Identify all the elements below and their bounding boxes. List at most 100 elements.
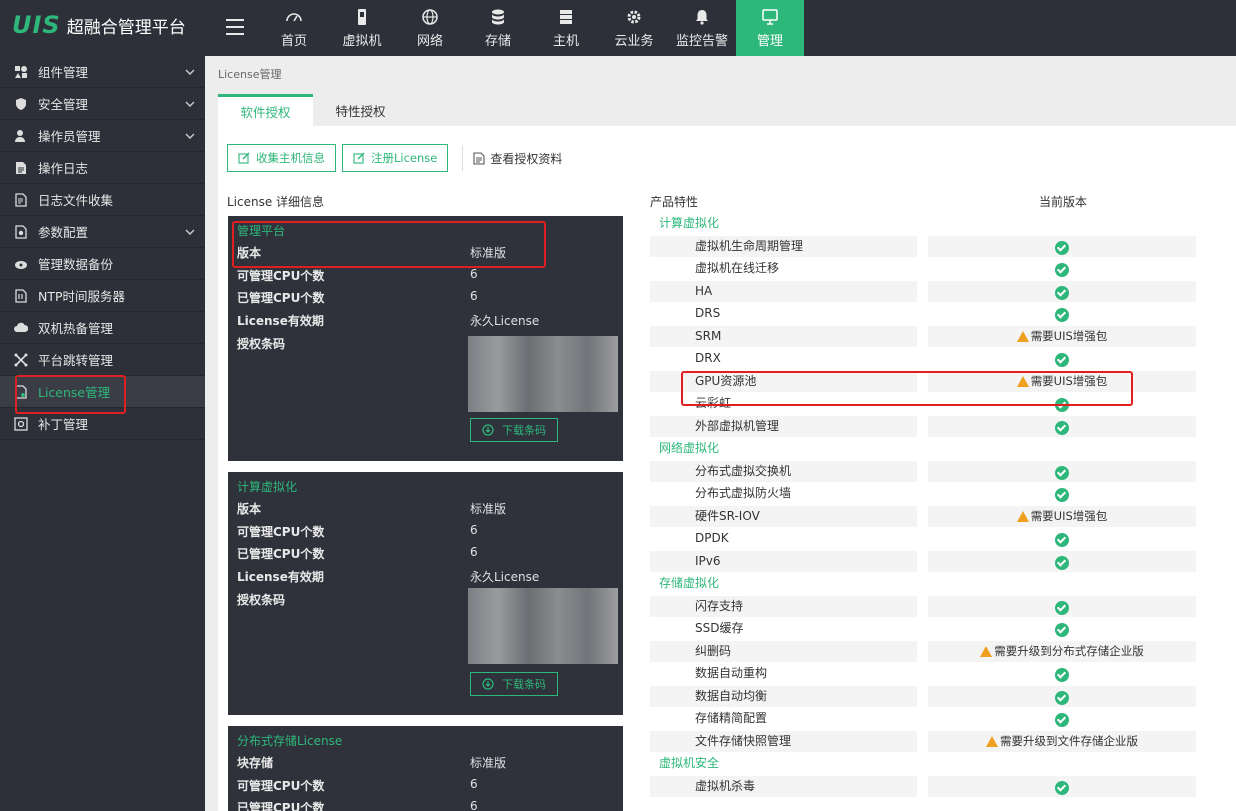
sidebar-item-ha[interactable]: 双机热备管理 [0, 312, 205, 344]
feature-row: SRM 需要UIS增强包 [650, 325, 1196, 348]
feature-status [928, 483, 1196, 504]
feature-status-text: 需要UIS增强包 [1030, 508, 1108, 523]
feature-row: GPU资源池 需要UIS增强包 [650, 370, 1196, 393]
feature-row: 虚拟机生命周期管理 [650, 235, 1196, 258]
view-license-info-button[interactable]: 查看授权资料 [462, 145, 562, 171]
sidebar-item-security[interactable]: 安全管理 [0, 88, 205, 120]
feature-name: 分布式虚拟交换机 [650, 460, 917, 482]
sidebar-item-backup[interactable]: 管理数据备份 [0, 248, 205, 280]
vm-icon [358, 8, 366, 25]
nav-label: 首页 [280, 33, 307, 49]
card-row: License有效期 永久License [237, 568, 617, 588]
sidebar-item-label: 参数配置 [38, 225, 89, 240]
sidebar-item-operation-log[interactable]: 操作日志 [0, 152, 205, 184]
tab-feature-license[interactable]: 特性授权 [313, 94, 408, 126]
nav-label: 主机 [552, 33, 579, 49]
nav-storage[interactable]: 存储 [464, 0, 532, 56]
feature-row: DRX [650, 347, 1196, 370]
feature-status [928, 685, 1196, 707]
sidebar-item-patch[interactable]: 补丁管理 [0, 408, 205, 440]
config-icon [15, 224, 27, 239]
feature-status-text: 需要升级到文件存储企业版 [1000, 733, 1138, 748]
feature-name: DRS [695, 306, 721, 320]
sidebar-item-components[interactable]: 组件管理 [0, 56, 205, 88]
breadcrumb: License管理 [218, 68, 282, 81]
feature-name: 文件存储快照管理 [650, 730, 917, 752]
nav-vm[interactable]: 虚拟机 [328, 0, 396, 56]
download-barcode-button[interactable]: 下载条码 [470, 672, 558, 696]
feature-status [928, 235, 1196, 257]
download-barcode-button[interactable]: 下载条码 [470, 418, 558, 442]
nav-monitor-alarm[interactable]: 监控告警 [668, 0, 736, 56]
sidebar: 组件管理 安全管理 操作员管理 操作日志 日志文件收集 参数配置 管理数据备份 … [0, 56, 205, 811]
warning-icon [1016, 375, 1029, 387]
top-bar: UIS 超融合管理平台 首页 虚拟机 网络 存储 主机 云业务 监控告警 管理 [0, 0, 1236, 62]
feature-status: 需要UIS增强包 [928, 325, 1196, 347]
nav-cloud-service[interactable]: 云业务 [600, 0, 668, 56]
card-row: 版本 标准版 [237, 500, 617, 520]
feature-row: SSD缓存 [650, 617, 1196, 640]
sidebar-item-log-collect[interactable]: 日志文件收集 [0, 184, 205, 216]
nav-network[interactable]: 网络 [396, 0, 464, 56]
row-key: 授权条码 [237, 593, 286, 607]
chevron-down-icon [185, 229, 195, 235]
row-key: 授权条码 [237, 337, 286, 351]
logo-mark: UIS [12, 11, 61, 39]
row-value: 标准版 [470, 756, 507, 770]
card-row: 已管理CPU个数 6 [237, 799, 617, 811]
barcode-image [468, 336, 618, 412]
row-key: License有效期 [237, 314, 324, 328]
view-label: 查看授权资料 [490, 151, 563, 166]
tab-bar: 软件授权 特性授权 [218, 94, 408, 126]
feature-row: 硬件SR-IOV 需要UIS增强包 [650, 505, 1196, 528]
globe-icon [422, 8, 438, 25]
file-collect-icon [15, 192, 27, 207]
chevron-down-icon [185, 101, 195, 107]
warning-icon [986, 735, 998, 747]
feature-status [928, 775, 1196, 797]
feature-name: DPDK [695, 531, 729, 545]
row-key: 可管理CPU个数 [237, 525, 325, 539]
sidebar-item-ntp[interactable]: NTP时间服务器 [0, 280, 205, 312]
menu-toggle-icon[interactable] [222, 14, 248, 40]
feature-status: 需要升级到文件存储企业版 [928, 730, 1196, 752]
nav-home[interactable]: 首页 [260, 0, 328, 56]
row-key: 版本 [237, 246, 262, 260]
row-value: 6 [470, 545, 478, 559]
feature-name: 硬件SR-IOV [650, 505, 917, 527]
license-icon [15, 384, 27, 399]
components-icon [15, 65, 27, 78]
user-icon [15, 129, 25, 142]
app-logo[interactable]: UIS 超融合管理平台 [12, 11, 186, 39]
nav-manage[interactable]: 管理 [736, 0, 804, 62]
row-key: 版本 [237, 502, 262, 516]
sidebar-item-config[interactable]: 参数配置 [0, 216, 205, 248]
collect-host-info-button[interactable]: 收集主机信息 [227, 144, 336, 172]
feature-status [928, 280, 1196, 302]
nav-label: 云业务 [614, 33, 654, 49]
nav-label: 管理 [756, 33, 783, 49]
row-key: 可管理CPU个数 [237, 269, 325, 283]
row-value: 6 [470, 267, 478, 281]
chevron-down-icon [185, 133, 195, 139]
feature-name: 存储精简配置 [695, 711, 768, 725]
tab-software-license[interactable]: 软件授权 [218, 94, 313, 126]
sidebar-item-platform-jump[interactable]: 平台跳转管理 [0, 344, 205, 376]
feature-status [928, 550, 1196, 572]
license-card-distributed-storage: 分布式存储License 块存储 标准版 可管理CPU个数 6 已管理CPU个数 6 [228, 726, 623, 811]
register-license-button[interactable]: 注册License [342, 144, 449, 172]
feature-status [928, 415, 1196, 437]
feature-category: 网络虚拟化 [659, 441, 720, 455]
document-icon [473, 151, 485, 165]
feature-row: 数据自动均衡 [650, 685, 1196, 708]
sidebar-item-license[interactable]: License管理 [0, 376, 205, 408]
feature-name: 数据自动均衡 [650, 685, 917, 707]
check-circle-icon [1055, 420, 1069, 435]
sidebar-item-operators[interactable]: 操作员管理 [0, 120, 205, 152]
main-nav: 首页 虚拟机 网络 存储 主机 云业务 监控告警 管理 [260, 0, 804, 62]
sidebar-item-label: 操作日志 [38, 161, 89, 176]
nav-host[interactable]: 主机 [532, 0, 600, 56]
feature-row: 虚拟机在线迁移 [650, 257, 1196, 280]
nav-label: 监控告警 [675, 33, 728, 49]
feature-name: 闪存支持 [650, 595, 917, 617]
